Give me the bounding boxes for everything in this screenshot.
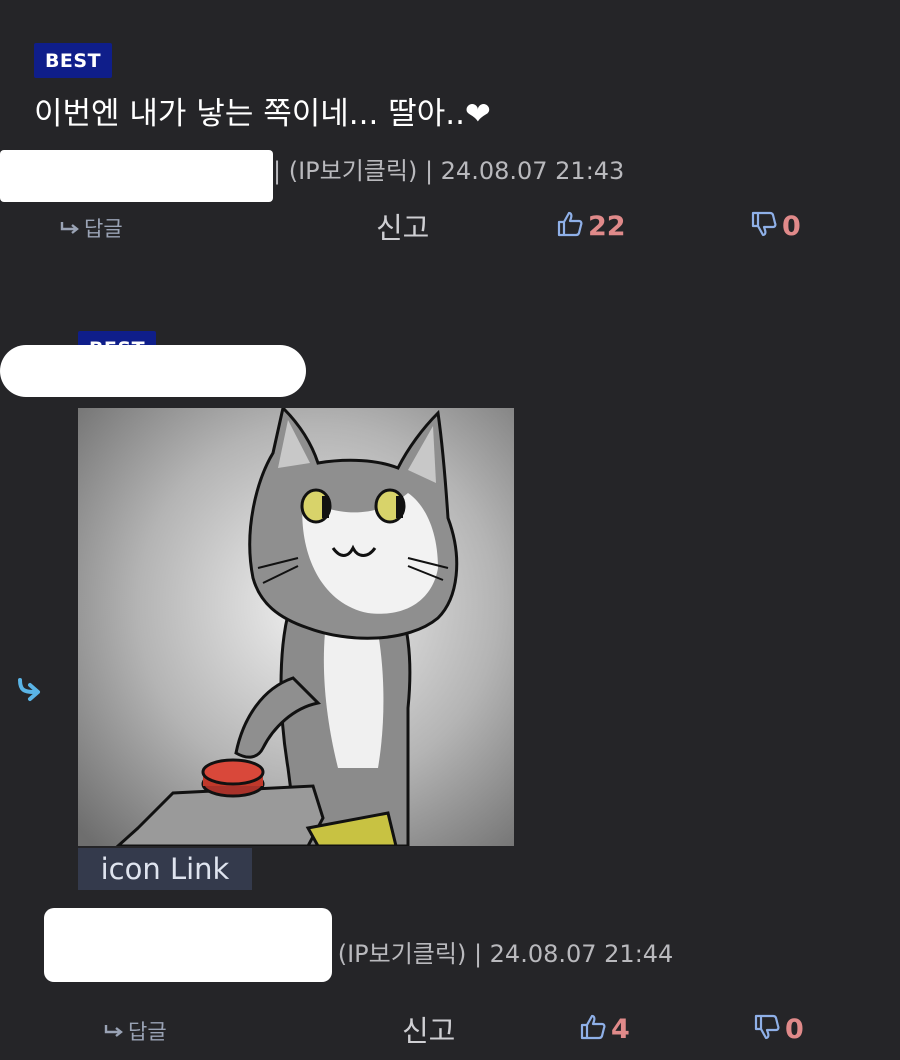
report-label: 신고 <box>376 211 430 245</box>
dislike-button[interactable]: 0 <box>750 210 801 242</box>
nested-reply-arrow-icon <box>16 678 46 706</box>
report-button[interactable]: 신고 <box>376 205 429 247</box>
reply-button[interactable]: 답글 <box>104 1016 167 1046</box>
comment-text: 이번엔 내가 낳는 쪽이네... 딸아..❤ <box>34 96 491 132</box>
comment-image-cat[interactable] <box>78 408 514 846</box>
reply-arrow-icon <box>104 1019 124 1043</box>
comment-meta: | (IP보기클릭) | 24.08.07 21:43 <box>273 157 625 185</box>
image-link-button[interactable]: icon Link <box>78 848 252 890</box>
dislike-count: 0 <box>782 210 801 242</box>
reply-label: 답글 <box>128 1020 167 1044</box>
report-button[interactable]: 신고 <box>402 1008 455 1050</box>
reply-arrow-icon <box>60 216 80 240</box>
redacted-username <box>44 908 332 982</box>
thumbs-down-icon <box>750 210 778 242</box>
comment-meta: | (IP보기클릭) | 24.08.07 21:44 <box>322 940 674 968</box>
redacted-username <box>0 345 306 397</box>
like-button[interactable]: 22 <box>556 210 626 242</box>
like-button[interactable]: 4 <box>579 1013 630 1045</box>
thumbs-up-icon <box>556 210 584 242</box>
dislike-count: 0 <box>785 1013 804 1045</box>
reply-label: 답글 <box>84 217 123 241</box>
thumbs-up-icon <box>579 1013 607 1045</box>
thumbs-down-icon <box>753 1013 781 1045</box>
best-badge: BEST <box>34 43 112 78</box>
like-count: 22 <box>588 210 626 242</box>
reply-button[interactable]: 답글 <box>60 213 123 243</box>
like-count: 4 <box>611 1013 630 1045</box>
report-label: 신고 <box>402 1014 456 1048</box>
redacted-username <box>0 150 273 202</box>
dislike-button[interactable]: 0 <box>753 1013 804 1045</box>
